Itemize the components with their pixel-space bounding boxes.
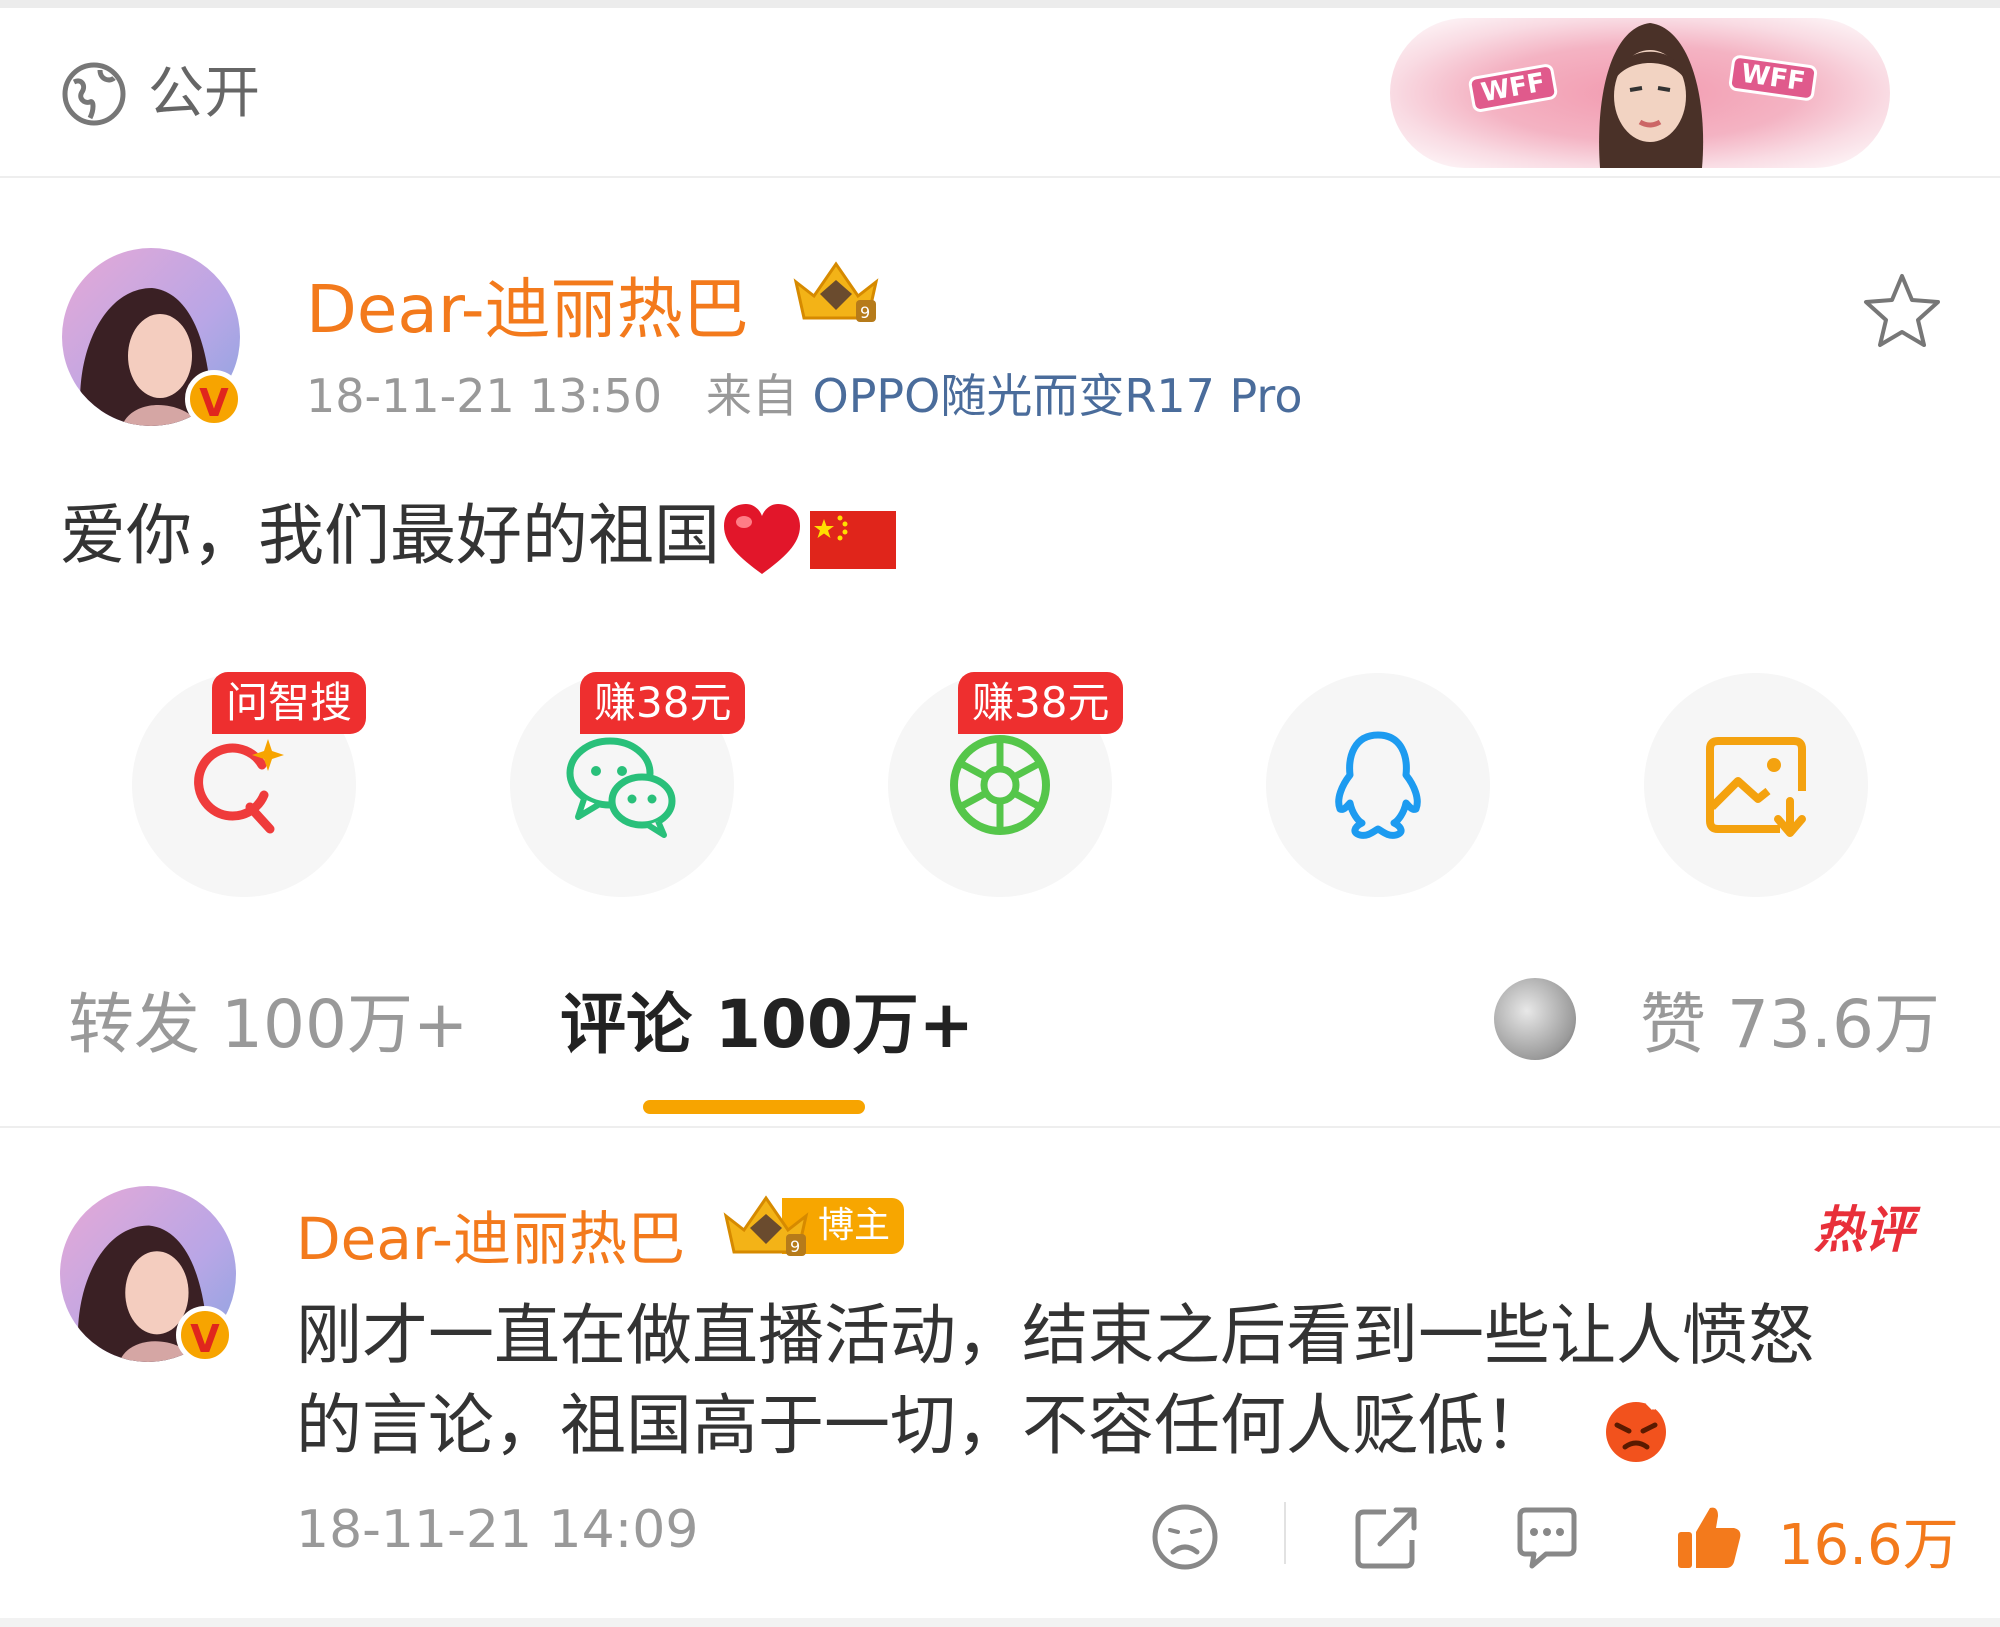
thumbs-up-icon[interactable] (1672, 1500, 1746, 1574)
tab-likes[interactable]: 赞 73.6万 (1640, 980, 1940, 1070)
crown-icon: 9 (793, 261, 879, 322)
comment-text-line: 的言论，祖国高于一切，不容任何人贬低！ (296, 1372, 1671, 1468)
banner-tag: WFF (1727, 54, 1819, 102)
post-meta: 18-11-21 13:50 来自 OPPO随光而变R17 Pro (306, 360, 1302, 426)
svg-text:9: 9 (860, 303, 870, 322)
tab-comment[interactable]: 评论 100万+ (560, 980, 974, 1070)
banner-tag: WFF (1467, 62, 1559, 114)
post-text: 爱你，我们最好的祖国 (60, 497, 720, 574)
favorite-star-icon[interactable] (1862, 270, 1942, 350)
crown-icon: 9 (723, 1195, 809, 1256)
share-tag: 问智搜 (212, 672, 367, 734)
divider (0, 1126, 2000, 1128)
divider (0, 176, 2000, 178)
bottom-strip (0, 1618, 2000, 1627)
ai-search-icon (194, 739, 284, 834)
tab-repost[interactable]: 转发 100万+ (68, 980, 468, 1070)
wechat-icon (566, 737, 676, 838)
globe-icon (62, 62, 126, 126)
post-source-link[interactable]: OPPO随光而变R17 Pro (812, 369, 1302, 423)
comment-time: 18-11-21 14:09 (296, 1500, 699, 1560)
visibility-header: 公开 WFF WFF (0, 8, 2000, 176)
heart-emoji-icon (724, 503, 800, 574)
moments-icon (950, 735, 1050, 835)
angry-emoji-icon (1605, 1398, 1666, 1462)
share-tag: 赚38元 (580, 672, 746, 734)
reply-comment-icon[interactable] (1510, 1500, 1584, 1574)
decoration-banner[interactable]: WFF WFF (1390, 18, 1890, 168)
liker-avatar[interactable] (1494, 978, 1576, 1060)
visibility-label[interactable]: 公开 (148, 60, 260, 128)
share-icon[interactable] (1350, 1500, 1424, 1574)
action-separator (1284, 1502, 1286, 1564)
source-prefix: 来自 (705, 369, 798, 423)
verified-badge: V (185, 370, 243, 428)
top-strip (0, 0, 2000, 8)
post-content: 爱你，我们最好的祖国 (60, 482, 896, 578)
hot-comment-badge: 热评 (1814, 1201, 1914, 1259)
svg-text:9: 9 (790, 1237, 800, 1256)
active-tab-indicator (643, 1100, 865, 1114)
china-flag-icon (810, 510, 896, 569)
comment-text-line: 刚才一直在做直播活动，结束之后看到一些让人愤怒 (296, 1297, 1814, 1374)
verified-badge: V (176, 1306, 234, 1364)
commenter-name[interactable]: Dear-迪丽热巴 (296, 1192, 685, 1276)
post-time: 18-11-21 13:50 (306, 369, 662, 423)
share-qq-button[interactable] (1266, 673, 1490, 897)
dislike-face-icon[interactable] (1148, 1500, 1222, 1574)
qq-icon (1335, 731, 1421, 839)
save-image-button[interactable] (1644, 673, 1868, 897)
author-name[interactable]: Dear-迪丽热巴 (306, 256, 749, 352)
comment-text-line2: 的言论，祖国高于一切，不容任何人贬低！ (296, 1387, 1550, 1464)
comment-like-count[interactable]: 16.6万 (1778, 1500, 1959, 1581)
share-tag: 赚38元 (958, 672, 1124, 734)
portrait-image (1599, 23, 1704, 168)
save-image-icon (1706, 737, 1806, 837)
